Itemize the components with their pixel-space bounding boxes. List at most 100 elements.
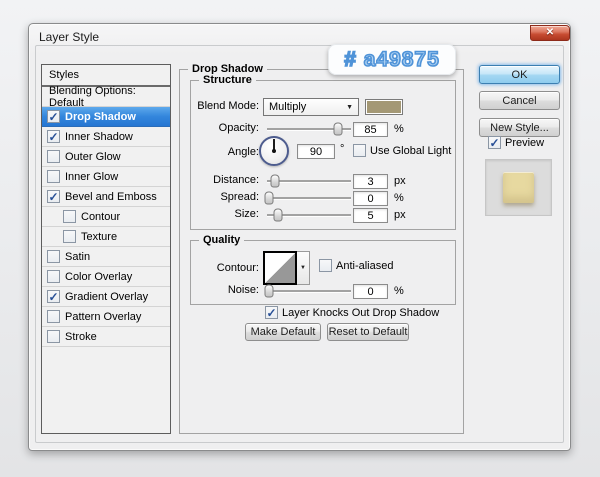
ok-button[interactable]: OK [479,65,560,84]
style-enable-checkbox[interactable] [47,270,60,283]
spread-input[interactable]: 0 [353,191,388,206]
sidebar-item-stroke[interactable]: Stroke [42,327,170,347]
opacity-slider[interactable] [267,121,351,137]
angle-label: Angle: [191,146,259,158]
style-enable-checkbox[interactable] [47,330,60,343]
sidebar-item-color-overlay[interactable]: Color Overlay [42,267,170,287]
contour-dropdown-arrow[interactable]: ▼ [297,251,310,285]
preview-thumbnail [503,172,534,203]
sidebar-item-outer-glow[interactable]: Outer Glow [42,147,170,167]
layer-knocks-out-label: Layer Knocks Out Drop Shadow [282,307,439,319]
angle-input[interactable]: 90 [297,144,335,159]
spread-slider-thumb[interactable] [264,192,273,205]
distance-unit: px [394,175,406,187]
sidebar-item-inner-shadow[interactable]: ✓Inner Shadow [42,127,170,147]
style-enable-checkbox[interactable] [47,150,60,163]
distance-input[interactable]: 3 [353,174,388,189]
style-enable-checkbox[interactable] [47,170,60,183]
structure-legend: Structure [199,74,256,86]
contour-label: Contour: [191,262,259,274]
sidebar-item-label: Drop Shadow [65,111,136,123]
shadow-color-swatch[interactable] [365,99,403,115]
close-icon: ✕ [546,28,554,38]
reset-to-default-button[interactable]: Reset to Default [327,323,409,341]
style-enable-checkbox[interactable] [63,230,76,243]
chevron-down-icon: ▼ [346,104,353,111]
sidebar-item-label: Color Overlay [65,271,132,283]
close-button[interactable]: ✕ [530,25,570,41]
style-enable-checkbox[interactable]: ✓ [47,290,60,303]
contour-thumbnail[interactable] [263,251,297,285]
noise-slider[interactable] [267,283,351,299]
sidebar-item-label: Bevel and Emboss [65,191,157,203]
style-enable-checkbox[interactable] [47,310,60,323]
sidebar-item-drop-shadow[interactable]: ✓ Drop Shadow [42,107,170,127]
sidebar-item-label: Outer Glow [65,151,121,163]
size-label: Size: [191,208,259,220]
layer-knocks-out-checkbox[interactable]: ✓ [265,306,278,319]
distance-slider-thumb[interactable] [271,175,280,188]
blend-mode-value: Multiply [269,101,306,113]
drop-shadow-panel: Drop Shadow Structure Blend Mode: Multip… [179,69,464,434]
style-enable-checkbox[interactable]: ✓ [47,130,60,143]
angle-dial[interactable] [259,136,289,166]
opacity-label: Opacity: [191,122,259,134]
sidebar-item-label: Pattern Overlay [65,311,141,323]
spread-unit: % [394,192,404,204]
sidebar-item-label: Contour [81,211,120,223]
opacity-unit: % [394,123,404,135]
sidebar-item-gradient-overlay[interactable]: ✓Gradient Overlay [42,287,170,307]
preview-checkbox[interactable]: ✓ [488,136,501,149]
sidebar-item-texture[interactable]: Texture [42,227,170,247]
sidebar-item-label: Inner Glow [65,171,118,183]
sidebar-item-blending-options-default[interactable]: Blending Options: Default [42,87,170,107]
quality-legend: Quality [199,234,244,246]
sidebar-item-label: Blending Options: Default [49,85,170,109]
slider-track [267,197,351,199]
anti-aliased-label: Anti-aliased [336,260,393,272]
distance-label: Distance: [191,174,259,186]
style-enable-checkbox[interactable] [63,210,76,223]
sidebar-item-label: Satin [65,251,90,263]
opacity-input[interactable]: 85 [353,122,388,137]
distance-slider[interactable] [267,173,351,189]
sidebar-item-satin[interactable]: Satin [42,247,170,267]
size-input[interactable]: 5 [353,208,388,223]
opacity-slider-thumb[interactable] [334,123,343,136]
desktop-background: Layer Style ✕ Styles Blending Options: D… [0,0,600,477]
style-enable-checkbox[interactable]: ✓ [47,110,60,123]
color-code-callout: # a49875 [328,44,456,75]
sidebar-item-pattern-overlay[interactable]: Pattern Overlay [42,307,170,327]
sidebar-item-bevel-and-emboss[interactable]: ✓ Bevel and Emboss [42,187,170,207]
cancel-button[interactable]: Cancel [479,91,560,110]
noise-slider-thumb[interactable] [264,285,273,298]
sidebar-item-contour[interactable]: Contour [42,207,170,227]
chevron-down-icon: ▼ [300,265,306,271]
quality-group: Quality Contour: ▼ Anti-aliased Noise: 0… [190,240,456,305]
sidebar-item-inner-glow[interactable]: Inner Glow [42,167,170,187]
size-slider[interactable] [267,207,351,223]
spread-slider[interactable] [267,190,351,206]
new-style-button[interactable]: New Style... [479,118,560,137]
layer-style-dialog: Layer Style ✕ Styles Blending Options: D… [28,23,571,451]
noise-input[interactable]: 0 [353,284,388,299]
slider-track [267,290,351,292]
preview-pane [485,159,552,216]
size-slider-thumb[interactable] [273,209,282,222]
noise-unit: % [394,285,404,297]
style-enable-checkbox[interactable]: ✓ [47,190,60,203]
noise-label: Noise: [191,284,259,296]
use-global-light-checkbox[interactable] [353,144,366,157]
sidebar-list: Blending Options: Default✓Drop Shadow✓In… [42,87,170,347]
blend-mode-select[interactable]: Multiply ▼ [263,98,359,116]
color-code-text: # a49875 [344,48,440,72]
anti-aliased-checkbox[interactable] [319,259,332,272]
use-global-light-label: Use Global Light [370,145,451,157]
style-enable-checkbox[interactable] [47,250,60,263]
sidebar-item-label: Stroke [65,331,97,343]
make-default-button[interactable]: Make Default [245,323,321,341]
preview-label: Preview [505,137,544,149]
blend-mode-label: Blend Mode: [191,100,259,112]
spread-label: Spread: [191,191,259,203]
angle-unit: ° [340,143,344,155]
